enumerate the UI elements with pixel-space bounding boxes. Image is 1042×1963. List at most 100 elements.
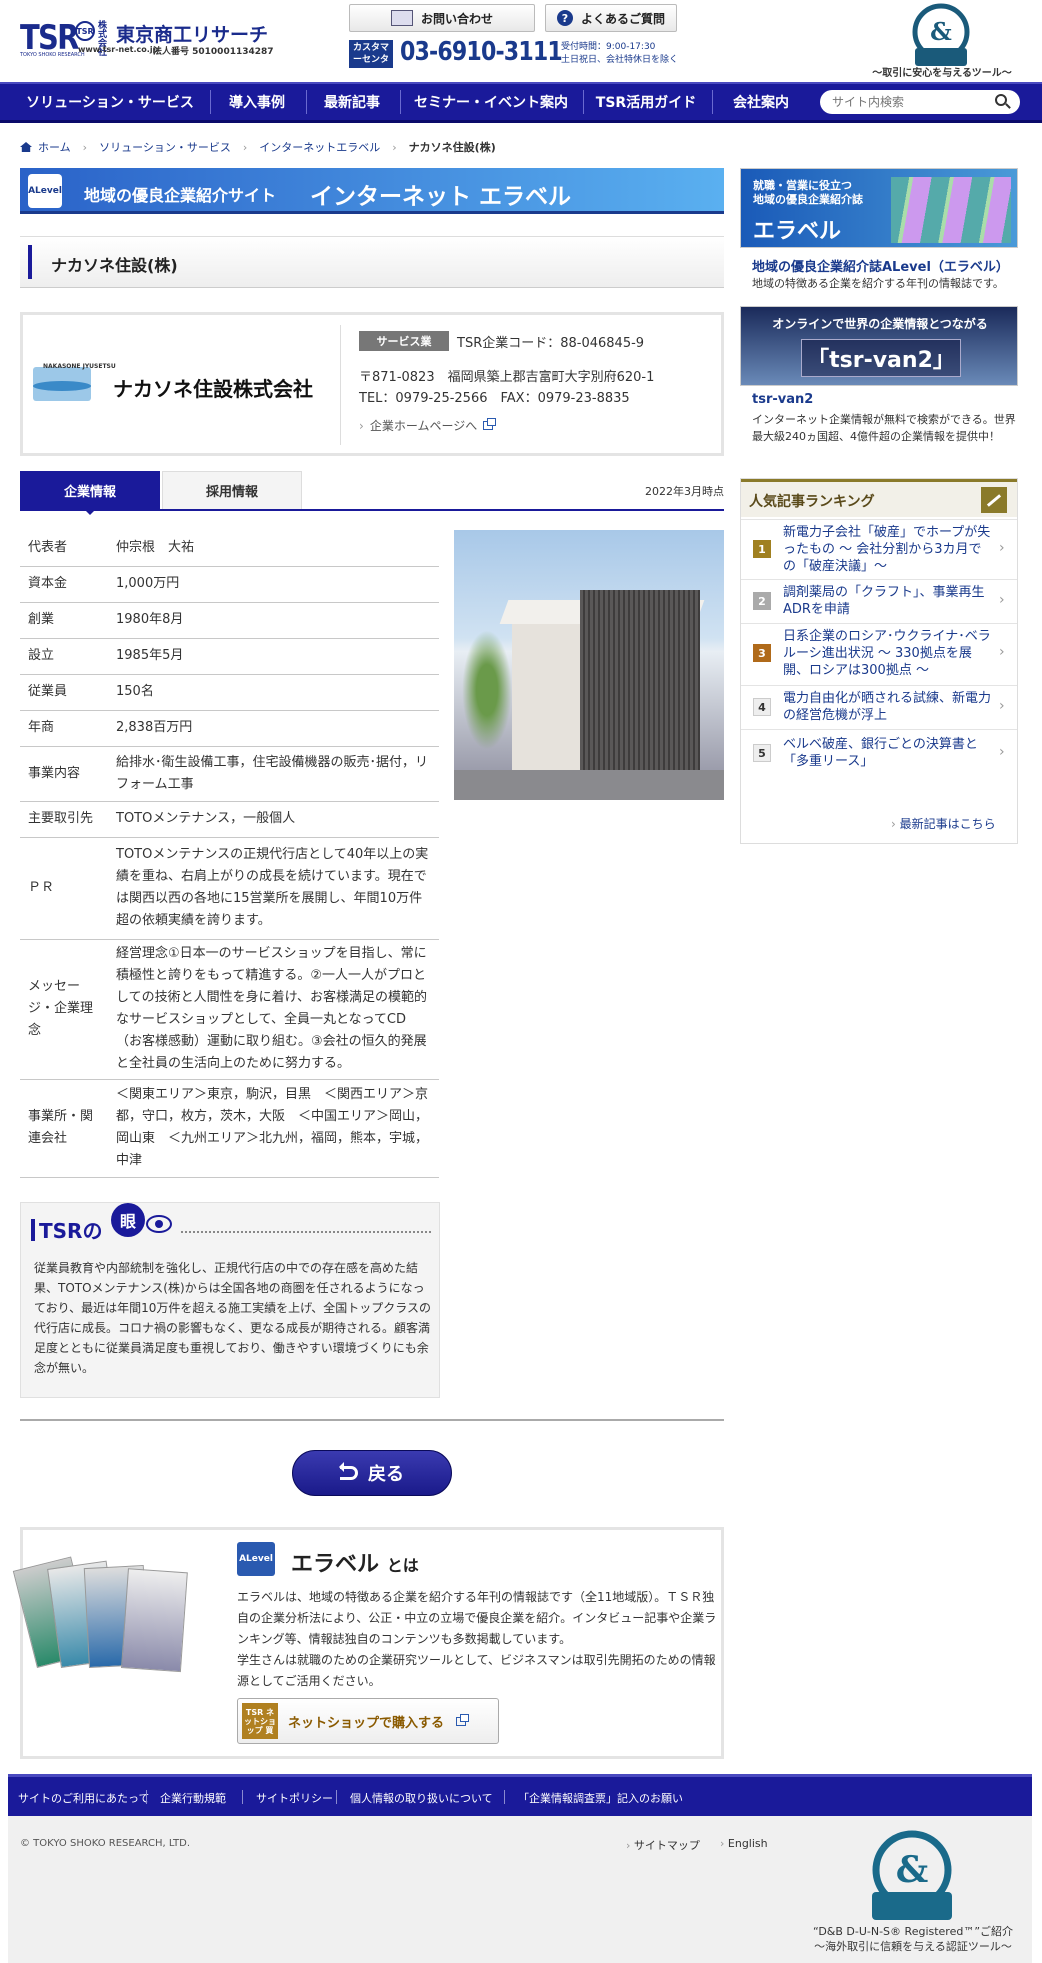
company-card: NAKASONE JYUSETSU ナカソネ住設株式会社 サービス業 TSR企業… [20,312,724,456]
info-value: 経営理念①日本一のサービスショップを目指し、常に積極性と誇りをもって精進する。②… [108,939,439,1080]
footer-link-privacy[interactable]: 個人情報の取り扱いについて [350,1790,493,1806]
tab-recruitment[interactable]: 採用情報 [162,471,302,509]
external-link-icon [483,418,497,430]
alevel-sidebar-banner[interactable]: 就職・営業に役立つ 地域の優良企業紹介誌 エラベル [740,168,1018,248]
info-key: 代表者 [20,530,108,567]
sidebar-desc-tsr-van2: インターネット企業情報が無料で検索ができる。世界最大級240ヵ国超、4億件超の企… [752,413,1016,443]
nav-item-company-info[interactable]: 会社案内 [716,84,806,120]
company-logo-name[interactable]: 東京商工リサーチ [116,20,268,47]
nav-item-latest-articles[interactable]: 最新記事 [310,84,394,120]
logo-url: www.tsr-net.co.jp [78,45,159,54]
chevron-right-icon: › [999,540,1005,556]
photo-ground [454,770,724,800]
footer-link-terms[interactable]: サイトのご利用にあたって [18,1790,149,1806]
magazine-stack-image [891,177,1011,243]
list-item[interactable]: 1 新電力子会社「破産」でホープが失ったもの 〜 会社分割から3カ月での「破産決… [741,519,1017,579]
trend-up-icon [981,487,1007,513]
list-item[interactable]: 5 ベルベ破産、銀行ごとの決算書と「多重リース」 › [741,729,1017,777]
list-item[interactable]: 4 電力自由化が晒される試練、新電力の経営危機が浮上 › [741,685,1017,729]
banner-subtitle: 地域の優良企業紹介サイト [84,186,277,205]
latest-articles-link[interactable]: › 最新記事はこちら [891,815,996,832]
nav-item-solutions[interactable]: ソリューション・サービス [20,84,200,120]
sidebar-banner1-line1: 就職・営業に役立つ [753,179,852,192]
breadcrumb-internet-alevel[interactable]: インターネットエラベル [259,139,380,155]
page: TSR TOKYO SHOKO RESEARCH TSR 株式会社 東京商工リサ… [0,0,1042,1963]
tsr-mark-icon: TSR [75,21,95,41]
internet-alevel-banner: ALevel 地域の優良企業紹介サイト インターネット エラベル [20,168,724,214]
nav-separator [583,90,584,114]
sitemap-label: サイトマップ [633,1839,700,1852]
popular-articles-ranking: 人気記事ランキング 1 新電力子会社「破産」でホープが失ったもの 〜 会社分割か… [740,478,1018,844]
customer-center-hours: 受付時間：9:00-17:30 土日祝日、会社特休日を除く [561,41,678,67]
info-value: 2,838百万円 [108,710,439,747]
nav-item-case-studies[interactable]: 導入事例 [214,84,300,120]
eye-kanji-badge: 眼 [111,1203,145,1237]
duns-registered-icon[interactable]: & [905,2,977,70]
alevel-logo-icon: ALevel [237,1542,275,1576]
tsr-van2-sidebar-banner[interactable]: オンラインで世界の企業情報とつながる 「tsr-van2」 [740,306,1018,386]
mail-icon [390,10,413,26]
alevel-about-title: エラベル とは [291,1546,419,1578]
footer-link-survey[interactable]: 「企業情報調査票」記入のお願い [518,1790,683,1806]
back-label: 戻る [368,1464,404,1485]
latest-articles-label: 最新記事はこちら [899,817,996,831]
info-value: TOTOメンテナンスの正規代行店として40年以上の実績を重ね、右肩上がりの成長を… [108,837,439,940]
faq-button[interactable]: ? よくあるご質問 [545,4,677,32]
duns-registered-icon[interactable]: & [860,1828,964,1924]
contact-button[interactable]: お問い合わせ [349,4,535,32]
page-title: ナカソネ住設(株) [51,256,178,275]
chevron-right-icon: › [392,140,397,154]
magazine-cover-image [121,1568,188,1673]
info-key: 創業 [20,602,108,639]
sidebar-banner2-text: オンラインで世界の企業情報とつながる [772,317,988,331]
search-icon[interactable] [995,94,1007,106]
footer-separator [146,1790,147,1804]
sidebar-link-alevel[interactable]: 地域の優良企業紹介誌ALevel（エラベル） [752,256,1009,275]
company-logo-text: NAKASONE JYUSETSU [43,363,116,370]
breadcrumb-solutions[interactable]: ソリューション・サービス [99,139,231,155]
nav-item-seminars[interactable]: セミナー・イベント案内 [404,84,578,120]
tab-company-info[interactable]: 企業情報 [20,471,160,515]
breadcrumb-current: ナカソネ住設(株) [408,141,496,154]
table-row: 従業員 150名 [20,674,439,711]
cc-hours-line: 受付時間：9:00-17:30 [561,42,656,52]
sidebar-banner1-logo: エラベル [753,219,842,244]
rank-number: 5 [753,744,771,762]
company-homepage-link[interactable]: › 企業ホームページへ [359,417,497,434]
footer-link-sitemap[interactable]: › サイトマップ [626,1837,700,1853]
netshop-buy-label: ネットショップで購入する [288,1715,445,1731]
duns-caption: “D&B D-U-N-S® Registered™”ご紹介 〜海外取引に信頼を与… [798,1924,1028,1954]
svg-text:&: & [930,17,952,46]
table-row: ＰＲ TOTOメンテナンスの正規代行店として40年以上の実績を重ね、右肩上がりの成… [20,837,439,940]
breadcrumb-home[interactable]: ホーム [38,139,71,155]
sidebar-link-tsr-van2[interactable]: tsr-van2 [752,392,813,407]
english-label: English [727,1837,768,1850]
alevel-logo-icon: ALevel [28,174,62,208]
list-item[interactable]: 3 日系企業のロシア･ウクライナ･ベラルーシ進出状況 〜 330拠点を展開、ロシ… [741,623,1017,685]
ranking-title: 人気記事ランキング [749,494,875,510]
svg-text:&: & [896,1849,929,1891]
info-key: 主要取引先 [20,801,108,838]
info-key: 事業内容 [20,746,108,802]
tsr-logo-subtext: TOKYO SHOKO RESEARCH [20,52,85,58]
corporate-number: 法人番号 5010001134287 [153,47,274,57]
question-icon: ? [556,10,573,26]
info-value: 1980年8月 [108,602,439,639]
nav-item-tsr-guide[interactable]: TSR活用ガイド [587,84,705,120]
back-button[interactable]: 戻る [292,1450,452,1496]
footer-link-english[interactable]: › English [720,1837,768,1850]
photo-building-facade [580,590,700,790]
card-divider [340,325,341,445]
footer-link-code-of-conduct[interactable]: 企業行動規範 [160,1790,226,1806]
title-accent-bar [31,1218,35,1241]
netshop-buy-button[interactable]: TSR ネットショップ 買 ネットショップで購入する [237,1698,499,1744]
rank-number: 2 [753,592,771,610]
chevron-right-icon: › [359,418,364,433]
footer-link-site-policy[interactable]: サイトポリシー [256,1790,333,1806]
faq-label: よくあるご質問 [580,11,665,26]
list-item[interactable]: 2 調剤薬局の「クラフト」、事業再生ADRを申請 › [741,579,1017,623]
external-link-icon [456,1713,470,1726]
footer-separator [242,1790,243,1804]
site-search-input[interactable] [820,90,1020,114]
duns-caption-line2: 〜海外取引に信頼を与える認証ツール〜 [814,1940,1012,1953]
